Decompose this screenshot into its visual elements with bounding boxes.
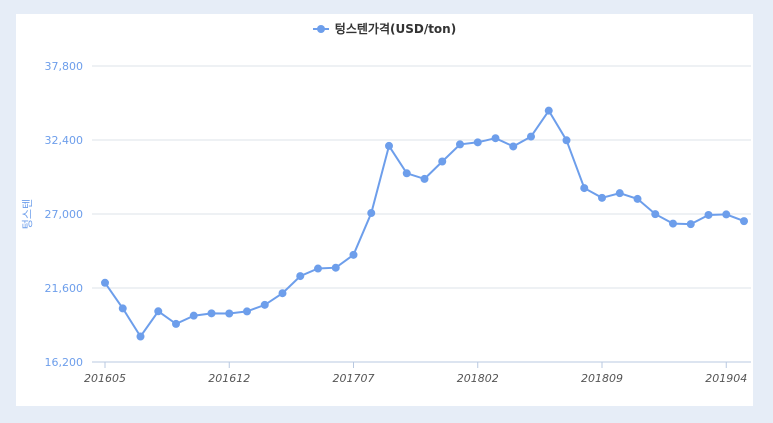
chart-panel: 텅스텐가격(USD/ton) 16,200 21,600 27,000 32,400 3… [16, 14, 753, 406]
data-point[interactable] [367, 209, 376, 218]
data-point[interactable] [101, 278, 109, 287]
data-point[interactable] [704, 210, 713, 219]
data-point[interactable] [438, 157, 447, 166]
x-tick-label: 201809 [581, 372, 623, 385]
data-point[interactable] [296, 272, 305, 281]
data-point[interactable] [740, 217, 748, 226]
data-point[interactable] [686, 220, 695, 229]
x-tick-label: 201904 [705, 372, 747, 385]
y-axis: 16,200 21,600 27,000 32,400 37,800 [45, 60, 84, 369]
data-point[interactable] [615, 189, 624, 198]
data-point[interactable] [260, 300, 269, 309]
data-point[interactable] [207, 309, 216, 318]
data-point[interactable] [225, 309, 234, 318]
data-point[interactable] [491, 134, 500, 143]
y-tick-label: 37,800 [45, 60, 84, 73]
data-point[interactable] [189, 311, 198, 320]
data-point[interactable] [154, 307, 163, 316]
data-point[interactable] [314, 264, 322, 273]
data-point[interactable] [118, 304, 127, 313]
data-point[interactable] [722, 210, 731, 219]
data-point[interactable] [402, 169, 411, 178]
data-point[interactable] [598, 193, 606, 202]
y-tick-label: 16,200 [45, 356, 84, 369]
y-tick-label: 21,600 [45, 282, 84, 295]
data-point[interactable] [172, 319, 180, 328]
data-point[interactable] [243, 307, 251, 316]
data-point[interactable] [136, 332, 145, 341]
data-point[interactable] [278, 289, 287, 298]
data-point[interactable] [580, 184, 589, 193]
data-point[interactable] [509, 142, 518, 151]
series-line [104, 108, 745, 339]
y-tick-label: 27,000 [45, 208, 84, 221]
data-point[interactable] [420, 174, 429, 183]
data-point[interactable] [349, 250, 358, 259]
data-points [101, 106, 748, 341]
x-tick-label: 201707 [333, 372, 375, 385]
data-point[interactable] [633, 194, 642, 203]
data-point[interactable] [385, 141, 393, 150]
x-axis: 201605 201612 201707 201802 201809 201904 [84, 362, 747, 385]
y-axis-label: 텅스텐 [21, 199, 34, 229]
data-point[interactable] [544, 106, 553, 115]
line-chart: 16,20021,60027,00032,40037,800 201605 201… [21, 60, 751, 385]
data-point[interactable] [331, 263, 340, 272]
x-tick-label: 201612 [208, 372, 250, 385]
x-tick-label: 201802 [457, 372, 499, 385]
data-point[interactable] [456, 140, 464, 149]
y-tick-label: 32,400 [45, 134, 84, 147]
data-point[interactable] [562, 136, 571, 145]
data-point[interactable] [527, 132, 535, 141]
data-point[interactable] [473, 138, 482, 147]
data-point[interactable] [651, 210, 660, 219]
data-point[interactable] [669, 219, 677, 228]
x-tick-label: 201605 [84, 372, 126, 385]
